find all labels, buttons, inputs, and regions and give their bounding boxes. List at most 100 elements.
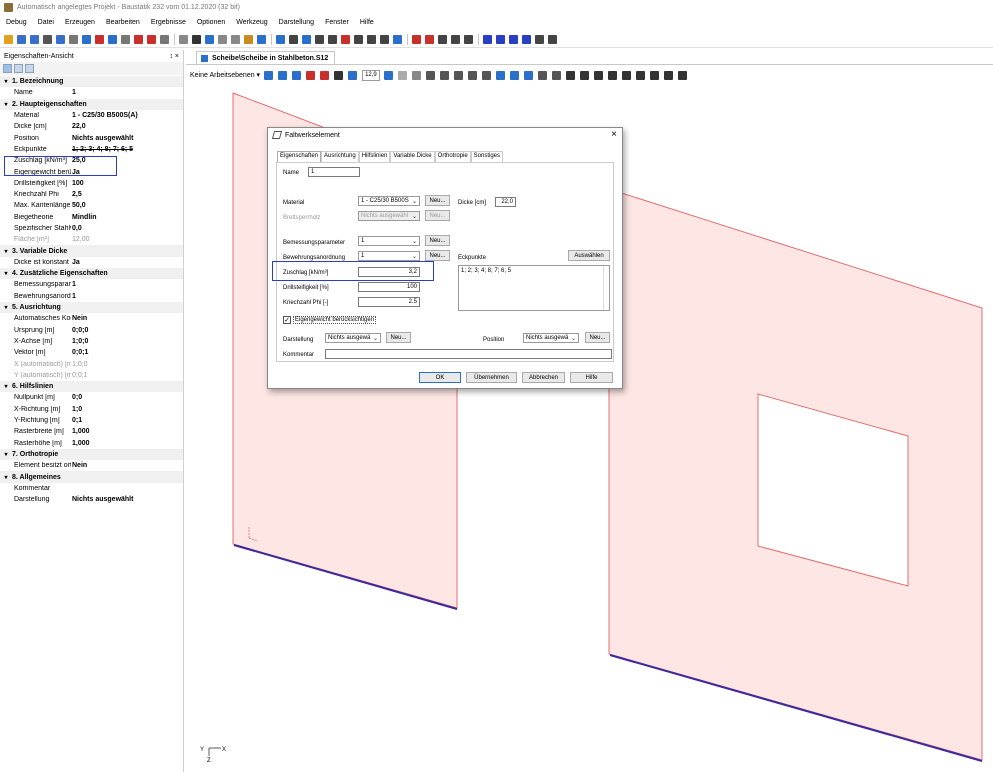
property-row[interactable]: Kommentar xyxy=(0,483,183,494)
view-tool-icon[interactable] xyxy=(580,70,590,80)
property-row[interactable]: Rasterbreite [m] 1,000 xyxy=(0,426,183,437)
bemessung-select[interactable]: 1 ⌄ xyxy=(358,236,420,246)
property-row[interactable]: Y-Richtung [m] 0;1 xyxy=(0,415,183,426)
property-value[interactable]: 0,0 xyxy=(71,225,82,232)
view-tool-icon[interactable] xyxy=(678,70,688,80)
toolbar-tool-icon[interactable] xyxy=(95,34,104,44)
toolbar-tool-icon[interactable] xyxy=(56,34,65,44)
dialog-tab-sonstiges[interactable]: Sonstiges xyxy=(470,151,504,162)
property-pages-icon[interactable] xyxy=(25,64,34,73)
toolbar-tool-icon[interactable] xyxy=(464,34,473,44)
property-row[interactable]: Bewehrungsanordnur1 xyxy=(0,291,183,302)
property-value[interactable]: 1,000 xyxy=(71,428,90,435)
property-value[interactable]: 0;0;0 xyxy=(71,327,88,334)
property-value[interactable]: 1; 2; 3; 4; 8; 7; 6; 5 xyxy=(71,146,133,153)
toolbar-tool-icon[interactable] xyxy=(43,34,52,44)
toolbar-tool-icon[interactable] xyxy=(218,34,227,44)
property-value[interactable]: 0;0;1 xyxy=(71,349,88,356)
view-tool-icon[interactable] xyxy=(510,70,520,80)
property-row[interactable]: Name 1 xyxy=(0,87,183,98)
toolbar-tool-icon[interactable] xyxy=(147,34,156,44)
property-value[interactable]: 1;0;0 xyxy=(71,338,88,345)
property-value[interactable]: 100 xyxy=(71,180,84,187)
toolbar-tool-icon[interactable] xyxy=(231,34,240,44)
property-category[interactable]: ▾ 4. Zusätzliche Eigenschaften xyxy=(0,268,183,280)
view-tool-icon[interactable] xyxy=(334,70,344,80)
toolbar-tool-icon[interactable] xyxy=(302,34,311,44)
property-category[interactable]: ▾ 1. Bezeichnung xyxy=(0,76,183,88)
toolbar-tool-icon[interactable] xyxy=(179,34,188,44)
toolbar-tool-icon[interactable] xyxy=(4,34,13,44)
toolbar-tool-icon[interactable] xyxy=(496,34,505,44)
drill-input[interactable]: 100 xyxy=(358,282,420,292)
property-value[interactable]: Nein xyxy=(71,315,87,322)
darstellung-select[interactable]: Nichts ausgewä ⌄ xyxy=(325,333,381,343)
eigengewicht-checkbox[interactable]: ✓ xyxy=(283,316,291,324)
zoom-input[interactable]: 12,9 xyxy=(362,69,381,81)
menu-datei[interactable]: Datei xyxy=(38,19,54,26)
collapse-arrow-icon[interactable]: ▾ xyxy=(0,101,12,108)
property-row[interactable]: X-Richtung [m] 1;0 xyxy=(0,404,183,415)
property-value[interactable]: 22,0 xyxy=(71,123,86,130)
toolbar-tool-icon[interactable] xyxy=(548,34,557,44)
bewehrung-select[interactable]: 1 ⌄ xyxy=(358,251,420,261)
collapse-arrow-icon[interactable]: ▾ xyxy=(0,78,12,85)
view-tool-icon[interactable] xyxy=(524,70,534,80)
toolbar-tool-icon[interactable] xyxy=(121,34,130,44)
property-row[interactable]: Material 1 - C25/30 B500S(A) xyxy=(0,110,183,121)
toolbar-tool-icon[interactable] xyxy=(535,34,544,44)
view-tool-icon[interactable] xyxy=(384,70,394,80)
collapse-arrow-icon[interactable]: ▾ xyxy=(0,451,12,458)
property-value[interactable]: 0;0;1 xyxy=(71,372,88,379)
bewehrung-new-button[interactable]: Neu... xyxy=(425,250,450,261)
toolbar-tool-icon[interactable] xyxy=(276,34,285,44)
menu-erzeugen[interactable]: Erzeugen xyxy=(65,19,95,26)
kriech-input[interactable]: 2.5 xyxy=(358,297,420,307)
dicke-input[interactable]: 22,0 xyxy=(495,197,516,207)
property-value[interactable]: 1 xyxy=(71,281,76,288)
property-row[interactable]: Nullpunkt [m] 0;0 xyxy=(0,392,183,403)
view-tool-icon[interactable] xyxy=(398,70,408,80)
name-input[interactable]: 1 xyxy=(308,167,360,177)
property-value[interactable]: Nein xyxy=(71,462,87,469)
property-value[interactable]: 1 xyxy=(71,89,76,96)
abbrechen-button[interactable]: Abbrechen xyxy=(522,372,565,383)
property-row[interactable]: Dicke [cm] 22,0 xyxy=(0,121,183,132)
property-value[interactable]: Nichts ausgewählt xyxy=(71,135,133,142)
toolbar-tool-icon[interactable] xyxy=(412,34,421,44)
collapse-arrow-icon[interactable]: ▾ xyxy=(0,304,12,311)
property-row[interactable]: Position Nichts ausgewählt xyxy=(0,132,183,143)
property-row[interactable]: Dicke ist konstant Ja xyxy=(0,257,183,268)
toolbar-tool-icon[interactable] xyxy=(341,34,350,44)
sort-alpha-icon[interactable] xyxy=(14,64,23,73)
view-tool-icon[interactable] xyxy=(440,70,450,80)
property-value[interactable]: Nichts ausgewählt xyxy=(71,496,133,503)
collapse-arrow-icon[interactable]: ▾ xyxy=(0,383,12,390)
view-tool-icon[interactable] xyxy=(594,70,604,80)
sort-category-icon[interactable] xyxy=(3,64,12,73)
toolbar-tool-icon[interactable] xyxy=(192,34,201,44)
dialog-tab-variable-dicke[interactable]: Variable Dicke xyxy=(390,151,435,162)
close-icon[interactable]: × xyxy=(611,129,617,140)
toolbar-tool-icon[interactable] xyxy=(483,34,492,44)
property-category[interactable]: ▾ 3. Variable Dicke xyxy=(0,245,183,257)
toolbar-tool-icon[interactable] xyxy=(108,34,117,44)
view-tool-icon[interactable] xyxy=(412,70,422,80)
view-tool-icon[interactable] xyxy=(348,70,358,80)
toolbar-tool-icon[interactable] xyxy=(509,34,518,44)
toolbar-tool-icon[interactable] xyxy=(438,34,447,44)
menu-debug[interactable]: Debug xyxy=(6,19,27,26)
eckpunkte-scrollbar[interactable] xyxy=(603,266,609,310)
collapse-arrow-icon[interactable]: ▾ xyxy=(0,270,12,277)
view-tool-icon[interactable] xyxy=(426,70,436,80)
view-tool-icon[interactable] xyxy=(566,70,576,80)
menu-optionen[interactable]: Optionen xyxy=(197,19,225,26)
bemessung-new-button[interactable]: Neu... xyxy=(425,235,450,246)
hilfe-button[interactable]: Hilfe xyxy=(570,372,613,383)
workspace-dropdown[interactable]: Keine Arbeitsebenen ▾ xyxy=(190,71,260,79)
property-row[interactable]: Automatisches KoordNein xyxy=(0,313,183,324)
dialog-tab-orthotropie[interactable]: Orthotropie xyxy=(434,151,471,162)
property-row[interactable]: Max. Kantenlänge der50,0 xyxy=(0,200,183,211)
view-tool-icon[interactable] xyxy=(468,70,478,80)
kommentar-input[interactable] xyxy=(325,349,612,359)
